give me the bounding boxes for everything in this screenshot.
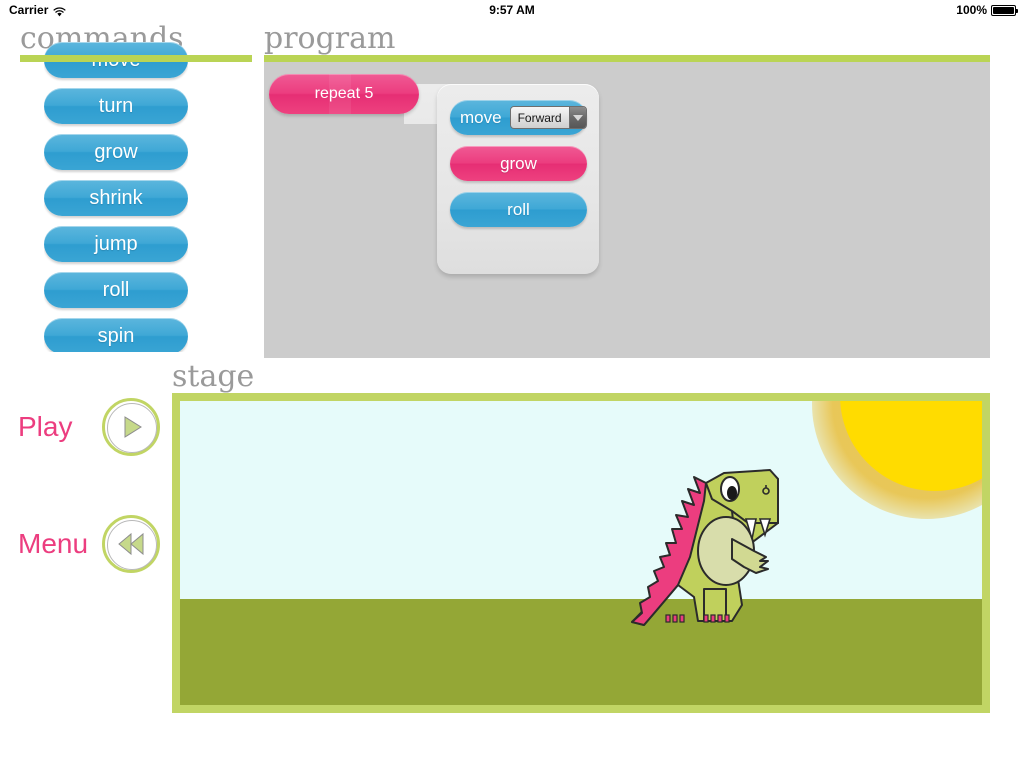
stage-canvas[interactable] xyxy=(180,401,982,705)
play-triangle-icon xyxy=(124,416,142,438)
move-direction-dropdown[interactable]: Forward xyxy=(509,106,587,129)
commands-palette-list[interactable]: move turn grow shrink jump roll spin xyxy=(44,42,188,352)
chevron-down-icon[interactable] xyxy=(568,107,586,128)
command-button-jump[interactable]: jump xyxy=(44,226,188,262)
program-block-roll[interactable]: roll xyxy=(450,192,587,227)
status-bar-right: 100% xyxy=(956,3,1018,17)
program-block-grow[interactable]: grow xyxy=(450,146,587,181)
program-divider xyxy=(264,55,990,62)
battery-full-icon xyxy=(991,4,1018,16)
battery-percent-label: 100% xyxy=(956,3,987,17)
program-block-move[interactable]: move Forward xyxy=(450,100,587,135)
program-block-move-label: move xyxy=(460,107,502,127)
command-button-shrink[interactable]: shrink xyxy=(44,180,188,216)
status-bar-clock: 9:57 AM xyxy=(489,3,535,17)
menu-label: Menu xyxy=(18,528,89,559)
stage-frame xyxy=(172,393,990,713)
stage-heading: stage xyxy=(172,359,255,394)
play-label: Play xyxy=(18,411,73,442)
command-button-turn[interactable]: turn xyxy=(44,88,188,124)
program-block-grow-label: grow xyxy=(500,153,537,173)
repeat-block-label: repeat 5 xyxy=(314,85,374,102)
menu-control-row: Menu xyxy=(18,515,160,573)
command-button-roll[interactable]: roll xyxy=(44,272,188,308)
rewind-double-arrow-icon xyxy=(118,532,144,556)
repeat-block-body[interactable]: move Forward grow roll xyxy=(437,84,599,274)
dinosaur-sprite[interactable] xyxy=(620,439,820,629)
commands-divider xyxy=(20,55,252,62)
stage-ground xyxy=(180,598,982,705)
app-root: Carrier 9:57 AM 100% commands move turn … xyxy=(0,0,1024,768)
play-control-row: Play xyxy=(18,398,160,456)
program-heading: program xyxy=(264,21,396,56)
move-direction-value: Forward xyxy=(510,107,569,128)
menu-button[interactable] xyxy=(102,515,160,573)
program-block-roll-label: roll xyxy=(507,199,530,219)
program-canvas[interactable]: repeat 5 move Forward grow roll xyxy=(264,62,990,358)
command-button-spin[interactable]: spin xyxy=(44,318,188,352)
command-button-grow[interactable]: grow xyxy=(44,134,188,170)
repeat-block-header[interactable]: repeat 5 xyxy=(269,74,419,114)
play-button[interactable] xyxy=(102,398,160,456)
status-bar: Carrier 9:57 AM 100% xyxy=(0,0,1024,20)
